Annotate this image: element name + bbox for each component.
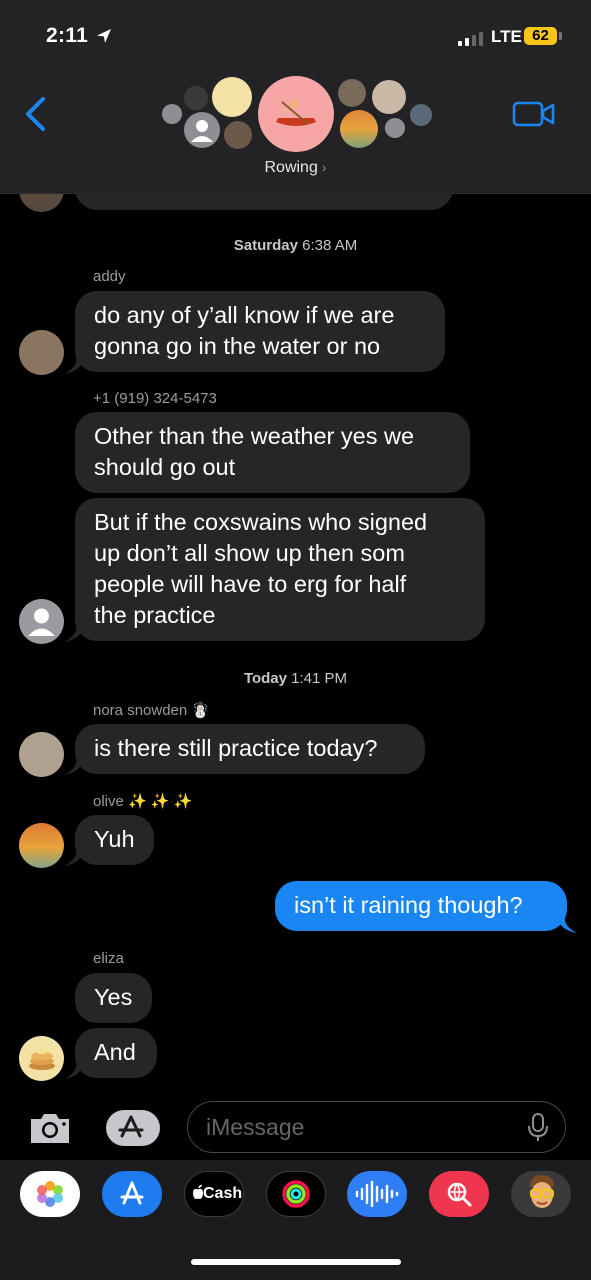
network-label: LTE	[491, 27, 522, 46]
member-avatar-small-2	[385, 118, 405, 138]
photos-icon	[37, 1181, 63, 1207]
back-chevron-icon[interactable]	[22, 96, 50, 132]
sender-name-text: nora snowden	[93, 702, 188, 719]
message-bubble[interactable]: And	[75, 1028, 157, 1078]
message-text: Yes	[94, 984, 133, 1010]
pancakes-emoji-icon	[29, 1050, 55, 1070]
status-time: 2:11	[46, 24, 89, 47]
battery-tip	[559, 32, 562, 40]
sender-name-text: olive	[93, 793, 124, 810]
member-avatar-photo	[224, 121, 252, 149]
battery-indicator: 62	[524, 27, 557, 45]
chevron-right-icon: ›	[321, 159, 327, 175]
activity-rings-icon	[282, 1180, 310, 1208]
video-call-icon[interactable]	[512, 99, 556, 129]
message-line: gonna go in the water or no	[94, 333, 381, 359]
rowing-emoji-icon	[276, 100, 316, 126]
group-name-button-overlay[interactable]: Rowing ›	[0, 159, 591, 177]
microphone-icon[interactable]	[527, 1112, 549, 1142]
timestamp-time: 1:41 PM	[291, 670, 348, 687]
bubble-tail	[64, 758, 84, 775]
message-input-placeholder: iMessage	[206, 1114, 305, 1140]
group-name-overlay: Rowing	[264, 159, 318, 176]
message-bubble[interactable]: Yuh	[75, 815, 154, 865]
message-text: is there still practice today?	[94, 735, 378, 761]
memoji-icon	[530, 1175, 554, 1208]
sender-name: olive ✨ ✨ ✨	[93, 792, 192, 810]
message-text: Yuh	[94, 826, 135, 852]
member-avatar-photo-3	[372, 80, 406, 114]
sender-avatar-addy[interactable]	[19, 330, 64, 375]
message-bubble[interactable]: But if the coxswains who signed up don’t…	[75, 498, 485, 641]
message-line: Other than the weather yes we	[94, 423, 415, 449]
sender-name: nora snowden ☃️	[93, 701, 210, 719]
member-avatar-photo-2	[338, 79, 366, 107]
member-avatar-small-3	[410, 104, 432, 126]
message-line: should go out	[94, 454, 236, 480]
sender-avatar-nora[interactable]	[19, 732, 64, 777]
app-store-icon	[118, 1115, 144, 1138]
member-avatar-fire	[184, 86, 208, 110]
message-line: up don’t all show up then som	[94, 540, 405, 566]
bubble-tail	[64, 1062, 84, 1079]
person-icon	[191, 120, 213, 142]
message-line: the practice	[94, 602, 216, 628]
message-text: And	[94, 1039, 136, 1065]
message-bubble[interactable]: is there still practice today?	[75, 724, 425, 774]
timestamp: Saturday 6:38 AM	[0, 237, 591, 254]
timestamp: Today 1:41 PM	[0, 670, 591, 687]
sender-name: +1 (919) 324-5473	[93, 390, 217, 407]
bubble-tail	[64, 357, 84, 374]
message-text: isn’t it raining though?	[294, 892, 523, 918]
app-store-icon	[120, 1181, 144, 1205]
message-bubble[interactable]: Other than the weather yes we should go …	[75, 412, 470, 493]
location-arrow-icon	[97, 29, 111, 43]
waveform-icon	[355, 1180, 399, 1208]
timestamp-time: 6:38 AM	[302, 237, 358, 254]
message-line: do any of y’all know if we are	[94, 302, 395, 328]
bubble-tail	[64, 625, 84, 642]
message-line: But if the coxswains who signed	[94, 509, 428, 535]
message-bubble[interactable]: do any of y’all know if we are gonna go …	[75, 291, 445, 372]
timestamp-day: Saturday	[233, 237, 298, 254]
home-indicator	[191, 1259, 401, 1265]
member-avatar-sunset	[340, 110, 378, 148]
person-icon	[28, 608, 55, 636]
my-message-bubble[interactable]: isn’t it raining though?	[275, 881, 567, 931]
timestamp-day: Today	[243, 670, 287, 687]
member-avatar-small	[162, 104, 182, 124]
snowman-emoji: ☃️	[191, 702, 211, 719]
message-line: people will have to erg for half	[94, 571, 407, 597]
member-avatar-pancakes	[212, 77, 252, 117]
sender-name: addy	[93, 268, 126, 285]
globe-search-icon	[447, 1182, 472, 1207]
message-bubble[interactable]: Yes	[75, 973, 152, 1023]
apple-cash-label: Cash	[203, 1185, 243, 1202]
header-divider	[0, 193, 591, 194]
bubble-tail	[64, 849, 84, 866]
sender-avatar-olive[interactable]	[19, 823, 64, 868]
cellular-signal-icon	[458, 32, 484, 46]
camera-icon[interactable]	[27, 1111, 73, 1145]
sender-name: eliza	[93, 950, 124, 967]
bubble-tail-outgoing	[557, 916, 577, 933]
sparkles-emoji: ✨ ✨ ✨	[128, 793, 193, 810]
